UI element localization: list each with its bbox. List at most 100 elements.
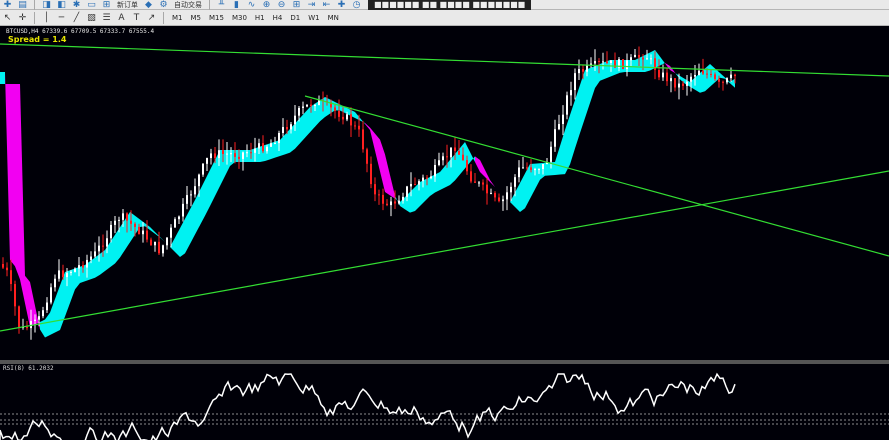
new-order-button[interactable]: 新订单 xyxy=(114,0,141,10)
candle-body xyxy=(158,241,160,254)
cloud-segment xyxy=(720,73,725,79)
candle-body xyxy=(382,194,384,204)
label-icon[interactable]: T xyxy=(130,11,143,24)
candle-body xyxy=(438,160,440,166)
candle-body xyxy=(514,177,516,187)
candle-body xyxy=(58,270,60,279)
candle-body xyxy=(278,132,280,144)
cursor-icon[interactable]: ↖ xyxy=(1,11,14,24)
candle-body xyxy=(270,143,272,147)
rsi-subwindow[interactable] xyxy=(0,364,889,440)
candle-body xyxy=(258,143,260,149)
candle-body xyxy=(686,81,688,86)
period-h1[interactable]: H1 xyxy=(251,12,269,24)
candle-body xyxy=(118,219,120,221)
candle-body xyxy=(414,183,416,185)
candle-body xyxy=(446,156,448,158)
candle-body xyxy=(90,256,92,260)
candle-body xyxy=(710,73,712,75)
candle-body xyxy=(50,287,52,303)
channel-icon[interactable]: ▧ xyxy=(85,11,98,24)
candle-body xyxy=(386,203,388,206)
candle-body xyxy=(318,100,320,106)
candle-body xyxy=(698,70,700,76)
candle-body xyxy=(610,60,612,63)
candle-body xyxy=(198,174,200,187)
candle-body xyxy=(38,316,40,320)
cloud-segment xyxy=(375,133,380,172)
candle-body xyxy=(306,104,308,107)
candle-body xyxy=(562,114,564,125)
candle-body xyxy=(150,239,152,246)
auto-trading-button[interactable]: 自动交易 xyxy=(171,0,205,10)
period-mn[interactable]: MN xyxy=(324,12,343,24)
candle-body xyxy=(658,69,660,78)
vertical-line-icon[interactable]: │ xyxy=(40,11,53,24)
period-m5[interactable]: M5 xyxy=(187,12,206,24)
candle-body xyxy=(102,245,104,247)
period-m1[interactable]: M1 xyxy=(168,12,187,24)
price-chart[interactable] xyxy=(0,26,889,360)
candle-body xyxy=(674,78,676,88)
candle-body xyxy=(526,167,528,169)
candle-body xyxy=(78,265,80,269)
candle-body xyxy=(222,150,224,154)
candle-body xyxy=(570,90,572,96)
candle-body xyxy=(314,105,316,107)
candle-body xyxy=(238,156,240,159)
candle-body xyxy=(370,163,372,185)
candle-body xyxy=(182,203,184,217)
candle-body xyxy=(146,230,148,240)
candle-body xyxy=(506,192,508,200)
candle-body xyxy=(70,271,72,273)
candle-body xyxy=(450,147,452,158)
candle-body xyxy=(210,153,212,159)
crosshair-icon[interactable]: ✛ xyxy=(16,11,29,24)
cloud-segment xyxy=(570,100,575,165)
cloud-segment xyxy=(180,218,185,257)
cloud-segment xyxy=(525,164,530,209)
period-h4[interactable]: H4 xyxy=(269,12,287,24)
candle-body xyxy=(174,219,176,228)
horizontal-line-icon[interactable]: ─ xyxy=(55,11,68,24)
candle-body xyxy=(262,143,264,152)
candle-body xyxy=(374,184,376,195)
trendline-upper xyxy=(0,43,889,77)
cloud-segment xyxy=(50,299,55,335)
period-d1[interactable]: D1 xyxy=(286,12,304,24)
text-icon[interactable]: A xyxy=(115,11,128,24)
candle-body xyxy=(114,220,116,225)
candle-body xyxy=(630,57,632,61)
cloud-segment xyxy=(590,66,595,103)
period-m15[interactable]: M15 xyxy=(205,12,228,24)
period-w1[interactable]: W1 xyxy=(304,12,323,24)
cloud-segment xyxy=(55,285,60,333)
cloud-segment xyxy=(535,163,540,190)
cloud-segment xyxy=(560,130,565,175)
fibonacci-icon[interactable]: ☰ xyxy=(100,11,113,24)
candle-body xyxy=(166,237,168,246)
trendline-icon[interactable]: ╱ xyxy=(70,11,83,24)
cloud-segment xyxy=(190,200,195,244)
period-m30[interactable]: M30 xyxy=(228,12,251,24)
candle-body xyxy=(162,245,164,254)
candle-body xyxy=(718,78,720,82)
candle-body xyxy=(286,127,288,130)
candle-body xyxy=(214,153,216,159)
candle-body xyxy=(642,57,644,60)
candle-body xyxy=(646,58,648,60)
cloud-segment xyxy=(115,227,120,264)
separator xyxy=(209,0,210,11)
candle-body xyxy=(522,167,524,169)
candle-body xyxy=(430,176,432,179)
candle-body xyxy=(454,147,456,151)
candle-body xyxy=(622,59,624,69)
candle-body xyxy=(474,181,476,183)
arrows-icon[interactable]: ↗ xyxy=(145,11,158,24)
cloud-segment xyxy=(370,127,375,151)
cloud-segment xyxy=(555,146,560,175)
candle-body xyxy=(46,302,48,311)
cloud-segment xyxy=(45,312,50,338)
candle-body xyxy=(398,200,400,204)
candle-body xyxy=(346,114,348,120)
